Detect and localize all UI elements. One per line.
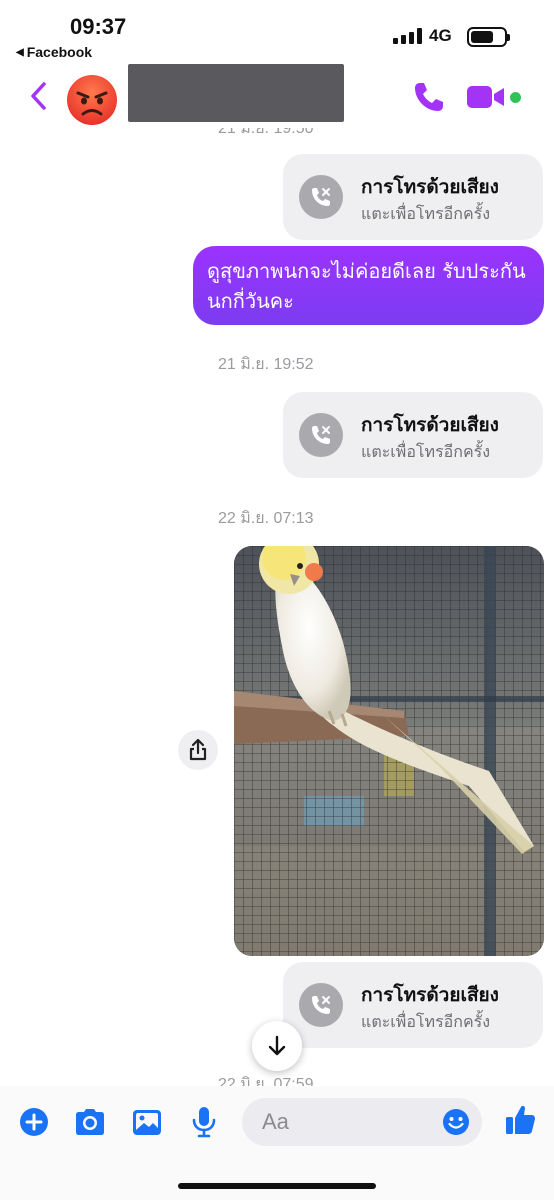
photo-attachment-cockatiel[interactable] <box>234 546 544 956</box>
camera-icon[interactable] <box>72 1104 108 1140</box>
arrow-down-icon <box>268 1035 286 1056</box>
back-app-label: Facebook <box>26 44 93 60</box>
cockatiel-photo-image <box>234 546 544 956</box>
timestamp: 21 มิ.ย. 19:52 <box>218 356 314 373</box>
video-call-icon[interactable] <box>466 84 506 110</box>
timestamp-partial: 21 มิ.ย. 19:50 <box>218 128 314 137</box>
home-indicator <box>178 1183 376 1189</box>
back-chevron-icon[interactable] <box>26 78 52 114</box>
scroll-to-bottom-button[interactable] <box>252 1021 302 1071</box>
missed-voice-call-card[interactable]: การโทรด้วยเสียง แตะเพื่อโทรอีกครั้ง <box>283 392 543 478</box>
emoji-icon[interactable] <box>442 1108 470 1136</box>
cellular-signal-icon <box>393 28 422 44</box>
call-title: การโทรด้วยเสียง <box>361 984 499 1006</box>
message-composer: Aa <box>0 1086 554 1200</box>
message-list[interactable]: 21 มิ.ย. 19:50 การโทรด้วยเสียง แตะเพื่อโ… <box>0 128 554 1086</box>
share-button[interactable] <box>178 730 218 770</box>
missed-voice-call-card[interactable]: การโทรด้วยเสียง แตะเพื่อโทรอีกครั้ง <box>283 154 543 240</box>
angry-face-avatar-icon[interactable] <box>66 74 118 126</box>
thumbs-up-icon[interactable] <box>502 1102 538 1138</box>
call-subtitle: แตะเพื่อโทรอีกครั้ง <box>361 204 491 223</box>
back-triangle-icon: ◀ <box>16 46 24 58</box>
battery-icon <box>467 27 510 47</box>
outgoing-message-bubble[interactable]: ดูสุขภาพนกจะไม่ค่อยดีเลย รับประกันนกกี่ว… <box>193 246 544 325</box>
timestamp: 22 มิ.ย. 07:13 <box>218 510 314 527</box>
online-status-dot <box>510 92 521 103</box>
share-icon <box>189 738 207 761</box>
call-subtitle: แตะเพื่อโทรอีกครั้ง <box>361 442 491 461</box>
contact-name-redacted[interactable] <box>128 64 344 122</box>
missed-call-icon <box>299 175 343 219</box>
message-input[interactable]: Aa <box>242 1098 482 1146</box>
microphone-icon[interactable] <box>186 1104 222 1140</box>
missed-call-icon <box>299 413 343 457</box>
clock: 09:37 <box>70 14 127 39</box>
timestamp-partial: 22 มิ.ย. 07:59 <box>218 1076 314 1086</box>
back-to-app-link[interactable]: ◀ Facebook <box>16 44 92 60</box>
conversation-header <box>0 62 554 128</box>
call-title: การโทรด้วยเสียง <box>361 414 499 436</box>
call-title: การโทรด้วยเสียง <box>361 176 499 198</box>
gallery-icon[interactable] <box>129 1104 165 1140</box>
plus-icon[interactable] <box>16 1104 52 1140</box>
status-bar: 09:37 ◀ Facebook 4G <box>0 0 554 62</box>
network-type: 4G <box>429 26 452 45</box>
message-input-placeholder: Aa <box>262 1109 289 1134</box>
missed-call-icon <box>299 983 343 1027</box>
missed-voice-call-card[interactable]: การโทรด้วยเสียง แตะเพื่อโทรอีกครั้ง <box>283 962 543 1048</box>
voice-call-icon[interactable] <box>412 80 446 114</box>
call-subtitle: แตะเพื่อโทรอีกครั้ง <box>361 1012 491 1031</box>
